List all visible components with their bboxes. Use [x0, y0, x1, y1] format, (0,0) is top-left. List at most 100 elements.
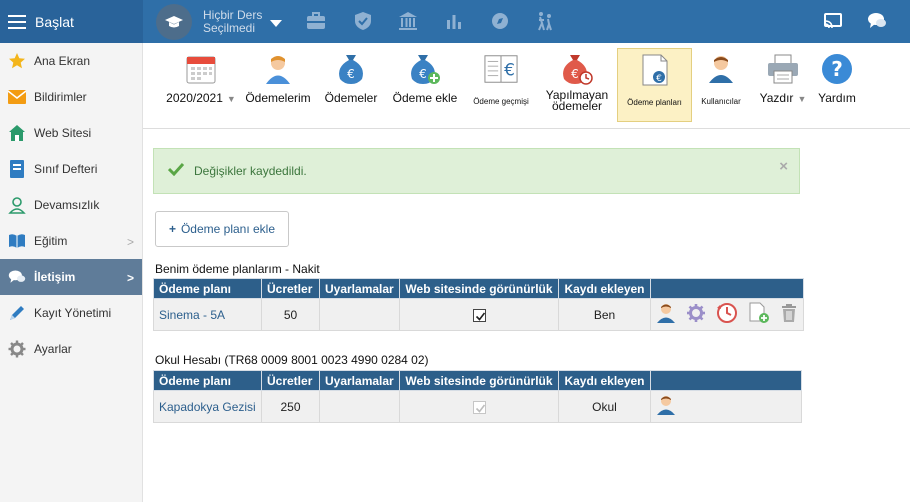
svg-text:€: € [419, 67, 427, 81]
chevron-down-icon [270, 19, 283, 27]
history-clock-icon[interactable] [716, 302, 738, 327]
start-label: Başlat [35, 13, 74, 30]
printer-icon [766, 52, 800, 86]
sidebar-item-notifications[interactable]: Bildirimler [0, 79, 142, 115]
gear-icon [8, 340, 26, 358]
person-outline-icon [8, 196, 26, 214]
add-document-icon[interactable] [748, 302, 770, 327]
bank-icon[interactable] [398, 11, 418, 31]
column-header: Kaydı ekleyen [558, 278, 651, 299]
svg-text:€: € [347, 67, 355, 81]
sidebar-item-class-book[interactable]: Sınıf Defteri [0, 151, 142, 187]
toolbar-label: Ödeme planları [627, 98, 682, 107]
chevron-right-icon: > [126, 235, 134, 249]
payments-button[interactable]: € Ödemeler [320, 48, 382, 122]
start-menu-button[interactable]: Başlat [0, 0, 143, 43]
ledger-euro-icon: € [484, 52, 518, 86]
graduation-cap-icon [156, 4, 192, 40]
sidebar-item-home[interactable]: Ana Ekran [0, 43, 142, 79]
payment-plans-button[interactable]: € Ödeme planları [617, 48, 692, 122]
svg-text:€: € [571, 67, 579, 81]
column-header: Kaydı ekleyen [558, 370, 651, 391]
year-label: 2020/2021 [166, 91, 223, 105]
add-payment-button[interactable]: € Ödeme ekle [388, 48, 462, 122]
trash-icon[interactable] [780, 303, 798, 326]
user-icon[interactable] [656, 302, 676, 327]
sidebar-item-website[interactable]: Web Sitesi [0, 115, 142, 151]
help-button[interactable]: ? Yardım [812, 48, 862, 122]
compass-icon[interactable] [490, 11, 510, 31]
registered-by-cell: Ben [558, 298, 651, 331]
users-button[interactable]: Kullanıcılar [696, 48, 746, 122]
svg-text:€: € [504, 61, 515, 81]
sidebar-item-label: İletişim [34, 270, 76, 284]
section-title: Benim ödeme planlarım - Nakit [155, 262, 320, 276]
add-payment-plan-button[interactable]: + Ödeme planı ekle [155, 211, 289, 247]
shield-icon[interactable] [353, 11, 373, 31]
toolbar-label: Yazdır [759, 91, 794, 105]
toolbar-label: Ödemelerim [245, 91, 311, 105]
sidebar-item-attendance[interactable]: Devamsızlık [0, 187, 142, 223]
sidebar-item-label: Devamsızlık [34, 198, 100, 212]
pencil-icon [8, 304, 26, 322]
my-payments-button[interactable]: Ödemelerim [244, 48, 312, 122]
plan-link[interactable]: Kapadokya Gezisi [159, 400, 256, 414]
house-icon [8, 124, 26, 142]
column-header: Ücretler [261, 370, 320, 391]
unpaid-payments-button[interactable]: € Yapılmayan ödemeler [542, 48, 612, 122]
year-selector[interactable]: 2020/2021 ▼ [163, 48, 239, 122]
sidebar-item-communication[interactable]: İletişim > [0, 259, 142, 295]
visibility-checkbox-disabled [472, 400, 486, 414]
open-book-icon [8, 232, 26, 250]
actions-cell [650, 390, 802, 423]
user-icon[interactable] [656, 394, 676, 419]
envelope-icon [8, 88, 26, 106]
plan-link[interactable]: Sinema - 5A [159, 308, 225, 322]
fees-cell: 250 [261, 390, 320, 423]
toolbar: 2020/2021 ▼ Ödemelerim € Ödemeler € Ödeme… [143, 43, 910, 129]
document-euro-icon: € [638, 53, 672, 87]
actions-cell [650, 298, 804, 331]
close-icon[interactable]: × [779, 158, 788, 175]
briefcase-icon[interactable] [306, 11, 326, 31]
course-selector[interactable]: Hiçbir Ders Seçilmedi [156, 4, 283, 40]
payment-history-button[interactable]: € Ödeme geçmişi [466, 48, 536, 122]
sidebar-item-settings[interactable]: Ayarlar [0, 331, 142, 367]
column-header: Ödeme planı [153, 370, 262, 391]
calendar-icon [184, 52, 218, 86]
chat-bubbles-icon[interactable] [867, 11, 887, 31]
warnings-cell [319, 390, 400, 423]
dropdown-arrow-icon: ▼ [797, 94, 807, 104]
registered-by-cell: Okul [558, 390, 651, 423]
star-icon [8, 52, 26, 70]
chat-bubbles-icon [8, 268, 26, 286]
money-bag-add-icon: € [408, 52, 442, 86]
money-bag-clock-icon: € [560, 52, 594, 86]
column-header: Web sitesinde görünürlük [399, 370, 559, 391]
visibility-checkbox[interactable] [472, 308, 486, 322]
walking-child-icon[interactable] [535, 11, 555, 31]
cast-screen-icon[interactable] [823, 11, 843, 31]
plus-icon: + [168, 222, 176, 236]
top-bar: Başlat Hiçbir Ders Seçilmedi [0, 0, 910, 43]
sidebar: Ana Ekran Bildirimler Web Sitesi Sınıf D… [0, 43, 143, 502]
sidebar-item-registration[interactable]: Kayıt Yönetimi [0, 295, 142, 331]
print-button[interactable]: Yazdır ▼ [753, 48, 813, 122]
sidebar-item-education[interactable]: Eğitim > [0, 223, 142, 259]
success-alert: Değişikler kaydedildi. × [153, 148, 800, 194]
column-header: Ücretler [261, 278, 320, 299]
column-header-actions [650, 278, 804, 299]
bar-chart-icon[interactable] [444, 11, 464, 31]
toolbar-label: Yardım [818, 91, 856, 105]
visibility-cell [399, 298, 559, 331]
notebook-icon [8, 160, 26, 178]
user-icon [261, 52, 295, 86]
sidebar-item-label: Eğitim [34, 234, 68, 248]
checkmark-icon [167, 162, 185, 181]
course-line2: Seçilmedi [203, 21, 256, 35]
toolbar-label: Ödeme ekle [392, 91, 458, 105]
gear-icon[interactable] [686, 303, 706, 326]
column-header: Web sitesinde görünürlük [399, 278, 559, 299]
table-row: Sinema - 5A 50 Ben [153, 298, 804, 331]
add-payment-plan-label: Ödeme planı ekle [180, 222, 276, 236]
